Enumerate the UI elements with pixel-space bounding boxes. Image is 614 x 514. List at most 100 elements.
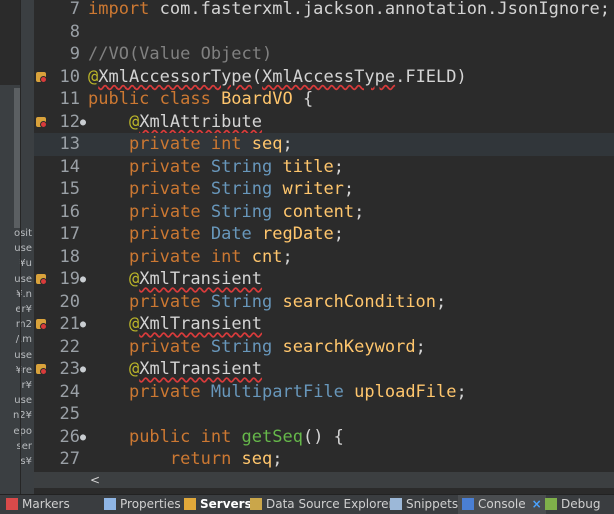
code-line[interactable]: 16 private String content; — [34, 201, 614, 224]
line-number: 24 — [59, 381, 80, 402]
code-token: XmlAttribute — [139, 111, 263, 132]
code-text: private String content; — [88, 201, 364, 224]
code-token: seq — [241, 449, 273, 469]
code-line[interactable]: 10 @XmlAccessorType(XmlAccessType.FIELD) — [34, 66, 614, 89]
code-text: @XmlAttribute — [88, 111, 262, 134]
code-text: @XmlTransient — [88, 358, 262, 381]
code-text: //VO(Value Object) — [88, 43, 272, 66]
code-text: public int getSeq() { — [88, 426, 344, 449]
explorer-item[interactable]: er¥ — [0, 304, 32, 315]
code-editor[interactable]: 7 import com.fasterxml.jackson.annotation… — [34, 0, 614, 472]
code-token: ; — [343, 179, 355, 199]
explorer-item[interactable]: ¥re — [0, 365, 32, 376]
explorer-item[interactable]: use — [0, 395, 32, 406]
code-token: private — [128, 336, 211, 357]
code-line[interactable]: 14 private String title; — [34, 156, 614, 179]
explorer-item[interactable]: r¥ — [0, 380, 32, 391]
code-token: getSeq — [241, 426, 303, 447]
code-line[interactable]: 11 public class BoardVO { — [34, 88, 614, 111]
close-icon[interactable]: × — [532, 497, 542, 511]
fold-toggle-icon[interactable]: ● — [80, 313, 86, 336]
code-token: XmlTransient — [139, 269, 263, 289]
code-token: ; — [282, 134, 293, 154]
code-token: private int — [128, 134, 252, 154]
code-token: @ — [88, 66, 99, 87]
explorer-item[interactable]: ¥u — [0, 258, 32, 269]
line-number: 20 — [59, 291, 80, 312]
code-line[interactable]: 12 ● @XmlAttribute — [34, 111, 614, 134]
explorer-item[interactable]: ser — [0, 441, 32, 452]
line-number: 7 — [69, 0, 80, 19]
code-token: @ — [128, 359, 140, 379]
code-token: regDate — [262, 224, 334, 244]
explorer-item[interactable]: epo — [0, 426, 32, 437]
code-token: () { — [302, 426, 344, 447]
code-token: ; — [272, 449, 283, 469]
code-token: { — [292, 89, 314, 109]
bottom-view-tabs: Markers Properties Servers Data Source Expl… — [0, 494, 614, 514]
tab-console[interactable]: Console × — [458, 495, 546, 514]
tab-snippets[interactable]: Snippets — [390, 495, 458, 514]
explorer-item[interactable]: use — [0, 350, 32, 361]
code-token: private — [128, 381, 211, 402]
tab-properties[interactable]: Properties — [104, 495, 181, 514]
tab-data-source-explorer[interactable]: Data Source Explorer — [250, 495, 393, 514]
snippets-icon — [390, 498, 402, 510]
code-line[interactable]: 26 ● public int getSeq() { — [34, 426, 614, 449]
code-line[interactable]: 20 private String searchCondition; — [34, 291, 614, 314]
tab-label: Debug — [561, 497, 601, 511]
explorer-item[interactable]: /.m — [0, 334, 32, 345]
code-token: Date — [210, 224, 263, 244]
code-line[interactable]: 18 private int cnt; — [34, 246, 614, 269]
horizontal-scrollbar[interactable]: < — [86, 472, 614, 488]
code-text: private MultipartFile uploadFile; — [88, 381, 467, 404]
explorer-item[interactable]: m2 — [0, 319, 32, 330]
tab-servers[interactable]: Servers — [184, 495, 252, 514]
code-token: @ — [128, 111, 140, 132]
explorer-item[interactable]: ¥.n — [0, 289, 32, 300]
code-line[interactable]: 19 ● @XmlTransient — [34, 268, 614, 291]
code-line[interactable]: 8 — [34, 21, 614, 44]
line-number: 25 — [59, 404, 80, 424]
explorer-item[interactable]: osit — [0, 228, 32, 239]
code-token: XmlAccessorType — [98, 66, 252, 87]
code-token: writer — [282, 179, 344, 199]
scroll-left-arrow-icon[interactable]: < — [88, 472, 102, 488]
code-line[interactable]: 24 private MultipartFile uploadFile; — [34, 381, 614, 404]
line-number: 19 — [59, 269, 80, 289]
fold-toggle-icon[interactable]: ● — [80, 358, 86, 381]
code-token: private — [128, 156, 211, 177]
fold-toggle-icon[interactable]: ● — [80, 268, 86, 291]
code-token: private — [128, 179, 211, 199]
code-line[interactable]: 9 //VO(Value Object) — [34, 43, 614, 66]
code-line[interactable]: 15 private String writer; — [34, 178, 614, 201]
properties-icon — [104, 498, 116, 510]
code-line[interactable]: 7 import com.fasterxml.jackson.annotation… — [34, 0, 614, 21]
explorer-item[interactable]: use — [0, 274, 32, 285]
explorer-gap — [0, 0, 20, 85]
tab-debug[interactable]: Debug — [545, 495, 600, 514]
code-token: String — [210, 201, 283, 222]
explorer-item[interactable]: n2¥ — [0, 410, 32, 421]
explorer-item[interactable]: s¥ — [0, 456, 32, 467]
code-token: ; — [333, 156, 344, 177]
code-token: return — [169, 449, 242, 469]
code-line[interactable]: 22 private String searchKeyword; — [34, 336, 614, 359]
code-line[interactable]: 27 return seq; — [34, 448, 614, 471]
code-token: seq — [251, 134, 283, 154]
explorer-item[interactable]: use — [0, 243, 32, 254]
code-line[interactable]: 25 — [34, 403, 614, 426]
tab-markers[interactable]: Markers — [6, 495, 70, 514]
code-line[interactable]: 13 private int seq; — [34, 133, 614, 156]
fold-toggle-icon[interactable]: ● — [80, 111, 86, 134]
fold-toggle-icon[interactable]: ● — [80, 426, 86, 449]
code-line[interactable]: 17 private Date regDate; — [34, 223, 614, 246]
debug-icon — [545, 498, 557, 510]
code-line[interactable]: 21 ● @XmlTransient — [34, 313, 614, 336]
code-line[interactable]: 23 ● @XmlTransient — [34, 358, 614, 381]
